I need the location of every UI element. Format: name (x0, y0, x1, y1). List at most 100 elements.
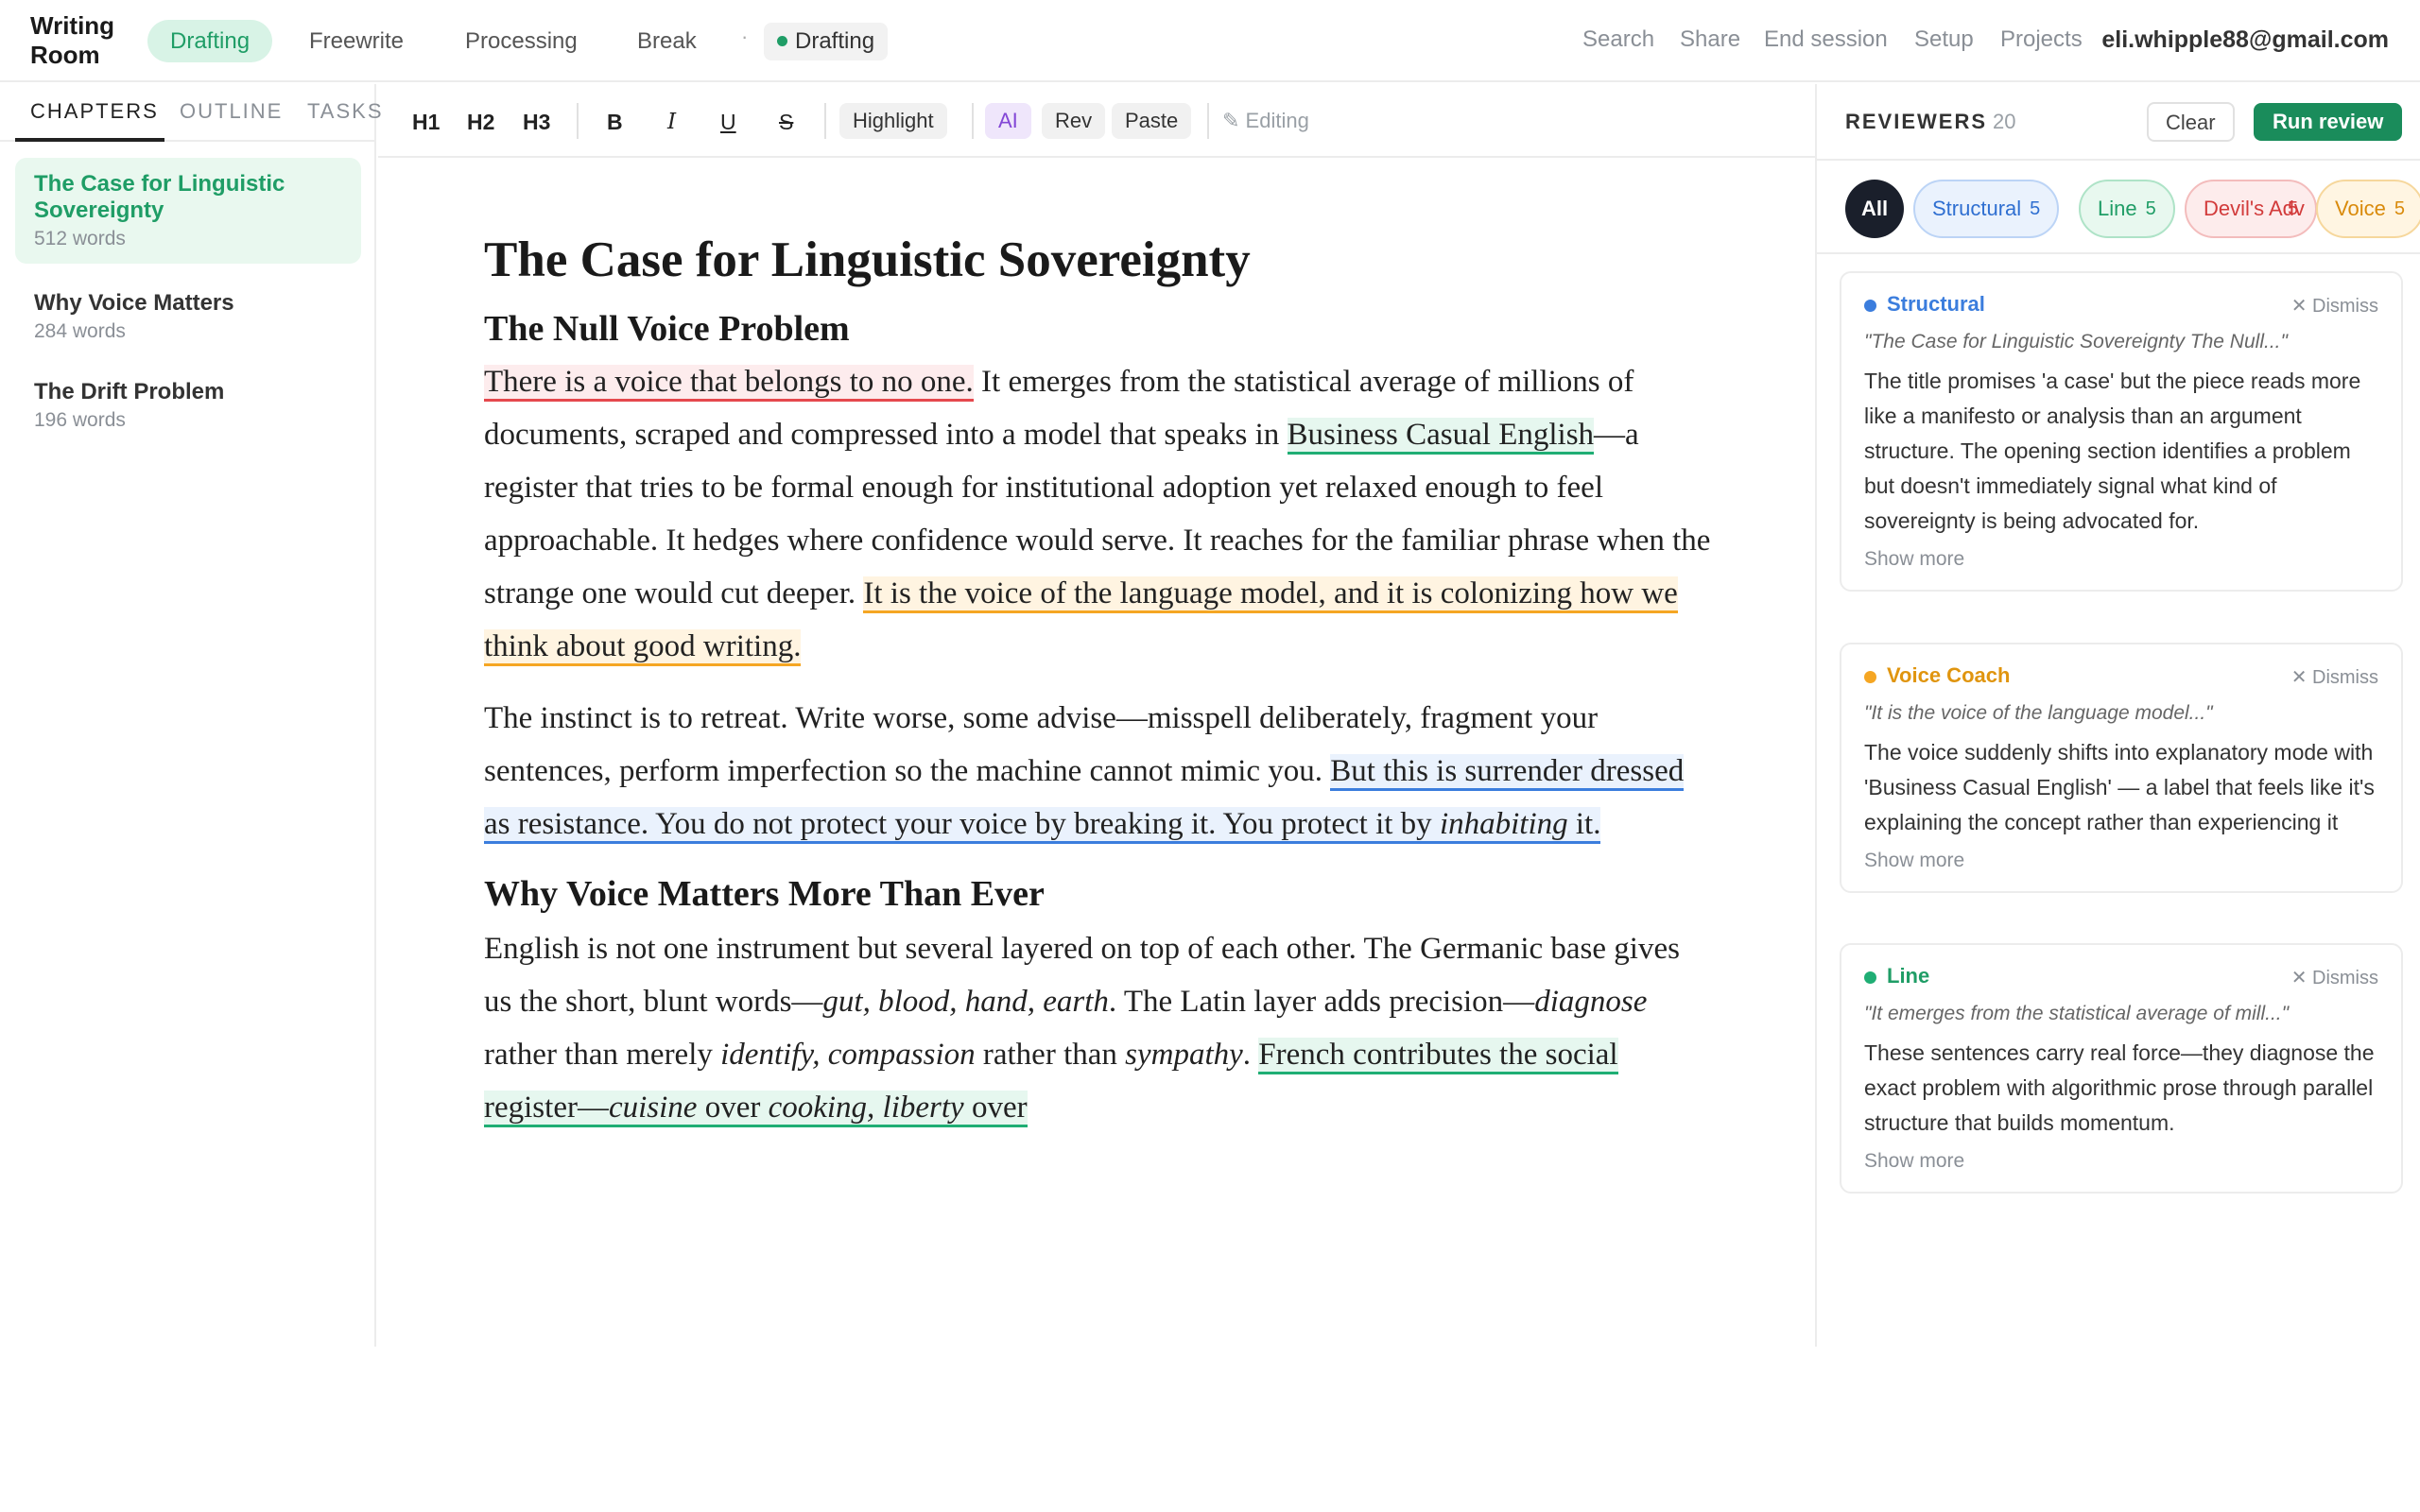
section-heading[interactable]: Why Voice Matters More Than Ever (484, 868, 1713, 920)
card-body: The title promises 'a case' but the piec… (1864, 369, 2361, 533)
filter-chip-voice[interactable]: Voice 5 (2316, 180, 2420, 238)
show-more-link[interactable]: Show more (1864, 1150, 2378, 1173)
card-category: Line (1887, 964, 1930, 988)
annotated-span-line[interactable]: Business Casual English (1287, 418, 1595, 455)
reviewers-count: 20 (1993, 110, 2016, 133)
heading-2-button[interactable]: H2 (467, 105, 494, 139)
annotated-span-line-2-italic[interactable]: cooking, liberty (768, 1091, 964, 1127)
tab-outline[interactable]: OUTLINE (180, 99, 283, 124)
card-body: The voice suddenly shifts into explanato… (1864, 740, 2375, 834)
mode-tab-processing[interactable]: Processing (442, 20, 600, 62)
mode-tab-freewrite[interactable]: Freewrite (286, 20, 426, 62)
nav-share-link[interactable]: Share (1680, 26, 1740, 53)
format-toolbar: H1 H2 H3 B I U S Highlight AI Rev Paste … (378, 84, 1815, 158)
category-dot-icon (1864, 671, 1876, 683)
card-category: Voice Coach (1887, 663, 2011, 687)
heading-3-button[interactable]: H3 (523, 105, 550, 139)
nav-search-link[interactable]: Search (1582, 26, 1654, 53)
heading-1-button[interactable]: H1 (412, 105, 440, 139)
top-bar: Writing Room Drafting Freewrite Processi… (0, 0, 2420, 82)
filter-chip-all[interactable]: All (1845, 180, 1904, 238)
tab-tasks[interactable]: TASKS (307, 99, 384, 124)
card-header: Voice Coach ✕ Dismiss (1864, 663, 2378, 692)
text-run: rather than (975, 1038, 1126, 1072)
annotated-span-line-2-text[interactable]: over (963, 1091, 1028, 1127)
editing-status: ✎ Editing (1222, 109, 1309, 132)
card-category: Structural (1887, 292, 1985, 316)
chapter-word-count: 196 words (34, 409, 126, 431)
filter-chip-devils-adv[interactable]: Devil's Adv 5 (2185, 180, 2318, 238)
italic-run: identify, compassion (720, 1038, 976, 1072)
sidebar-tabs: CHAPTERS OUTLINE TASKS (0, 84, 382, 142)
clear-button[interactable]: Clear (2147, 102, 2235, 142)
chapter-title: The Case for Linguistic Sovereignty (34, 171, 285, 223)
session-status-badge: Drafting (764, 23, 889, 60)
filter-label: All (1860, 197, 1889, 220)
tab-chapters[interactable]: CHAPTERS (30, 99, 159, 124)
toolbar-divider (972, 103, 974, 139)
reviewers-header: REVIEWERS 20 Clear Run review (1817, 84, 2420, 161)
filter-label: Line (2098, 197, 2137, 220)
italic-button[interactable]: I (667, 105, 676, 139)
nav-projects-link[interactable]: Projects (2000, 26, 2083, 53)
underline-button[interactable]: U (720, 105, 736, 139)
dismiss-button[interactable]: ✕ Dismiss (2291, 665, 2378, 689)
review-card[interactable]: Line ✕ Dismiss "It emerges from the stat… (1840, 943, 2403, 1194)
chapter-item-active[interactable]: The Case for Linguistic Sovereignty 512 … (15, 158, 361, 264)
document-title[interactable]: The Case for Linguistic Sovereignty (484, 217, 1713, 302)
paste-button[interactable]: Paste (1112, 103, 1192, 139)
category-dot-icon (1864, 300, 1876, 312)
card-header: Line ✕ Dismiss (1864, 964, 2378, 992)
text-run: rather than merely (484, 1038, 721, 1072)
mode-tab-break[interactable]: Break (614, 20, 719, 62)
mode-tab-drafting[interactable]: Drafting (147, 20, 273, 62)
chapter-item[interactable]: Why Voice Matters 284 words (15, 277, 361, 356)
chapter-word-count: 512 words (34, 228, 126, 249)
category-dot-icon (1864, 971, 1876, 984)
show-more-link[interactable]: Show more (1864, 548, 2378, 571)
nav-setup-link[interactable]: Setup (1914, 26, 1974, 53)
bold-button[interactable]: B (607, 105, 623, 139)
status-dot-icon (777, 36, 787, 46)
filter-count: 5 (2030, 198, 2041, 219)
toolbar-divider (824, 103, 826, 139)
review-card[interactable]: Voice Coach ✕ Dismiss "It is the voice o… (1840, 643, 2403, 893)
card-quote: "The Case for Linguistic Sovereignty The… (1864, 331, 2288, 352)
annotated-span-line-2-text[interactable]: over (697, 1091, 769, 1127)
nav-end-session-link[interactable]: End session (1764, 26, 1888, 53)
paragraph[interactable]: The instinct is to retreat. Write worse,… (484, 692, 1713, 850)
dismiss-button[interactable]: ✕ Dismiss (2291, 294, 2378, 318)
rev-button[interactable]: Rev (1042, 103, 1106, 139)
active-tab-indicator (15, 138, 164, 142)
paragraph[interactable]: There is a voice that belongs to no one.… (484, 355, 1713, 673)
annotated-span-structural[interactable]: There is a voice that belongs to no one. (484, 365, 974, 402)
text-run: . The Latin layer adds precision— (1108, 985, 1535, 1019)
chapter-title: Why Voice Matters (34, 290, 234, 316)
filter-label: Structural (1932, 197, 2022, 220)
annotated-span-structural-2-italic[interactable]: inhabiting (1439, 807, 1568, 844)
document-editor[interactable]: The Case for Linguistic Sovereignty The … (484, 217, 1713, 1134)
separator-dot: · (741, 25, 749, 48)
dismiss-button[interactable]: ✕ Dismiss (2291, 966, 2378, 989)
reviewer-filter-bar: All Structural 5 Line 5 Devil's Adv 5 Voice… (1817, 163, 2420, 254)
app-title: Writing Room (30, 11, 115, 69)
user-account-email[interactable]: eli.whipple88@gmail.com (2101, 26, 2389, 54)
chapter-word-count: 284 words (34, 320, 126, 342)
card-quote: "It emerges from the statistical average… (1864, 1003, 2290, 1024)
run-review-button[interactable]: Run review (2254, 103, 2403, 141)
chapter-item[interactable]: The Drift Problem 196 words (15, 366, 361, 445)
strikethrough-button[interactable]: S (779, 105, 793, 139)
chapter-title: The Drift Problem (34, 379, 225, 404)
filter-chip-line[interactable]: Line 5 (2079, 180, 2175, 238)
section-heading[interactable]: The Null Voice Problem (484, 302, 1713, 355)
ai-button[interactable]: AI (985, 103, 1031, 139)
chapters-sidebar: CHAPTERS OUTLINE TASKS The Case for Ling… (0, 84, 382, 1347)
annotated-span-line-2-italic[interactable]: cuisine (608, 1091, 698, 1127)
annotated-span-structural-2-end[interactable]: it. (1567, 807, 1601, 844)
paragraph[interactable]: English is not one instrument but severa… (484, 922, 1713, 1134)
filter-chip-structural[interactable]: Structural 5 (1913, 180, 2060, 238)
review-card[interactable]: Structural ✕ Dismiss "The Case for Lingu… (1840, 271, 2403, 592)
highlight-button[interactable]: Highlight (839, 103, 947, 139)
show-more-link[interactable]: Show more (1864, 850, 2378, 872)
italic-run: diagnose (1534, 985, 1648, 1019)
